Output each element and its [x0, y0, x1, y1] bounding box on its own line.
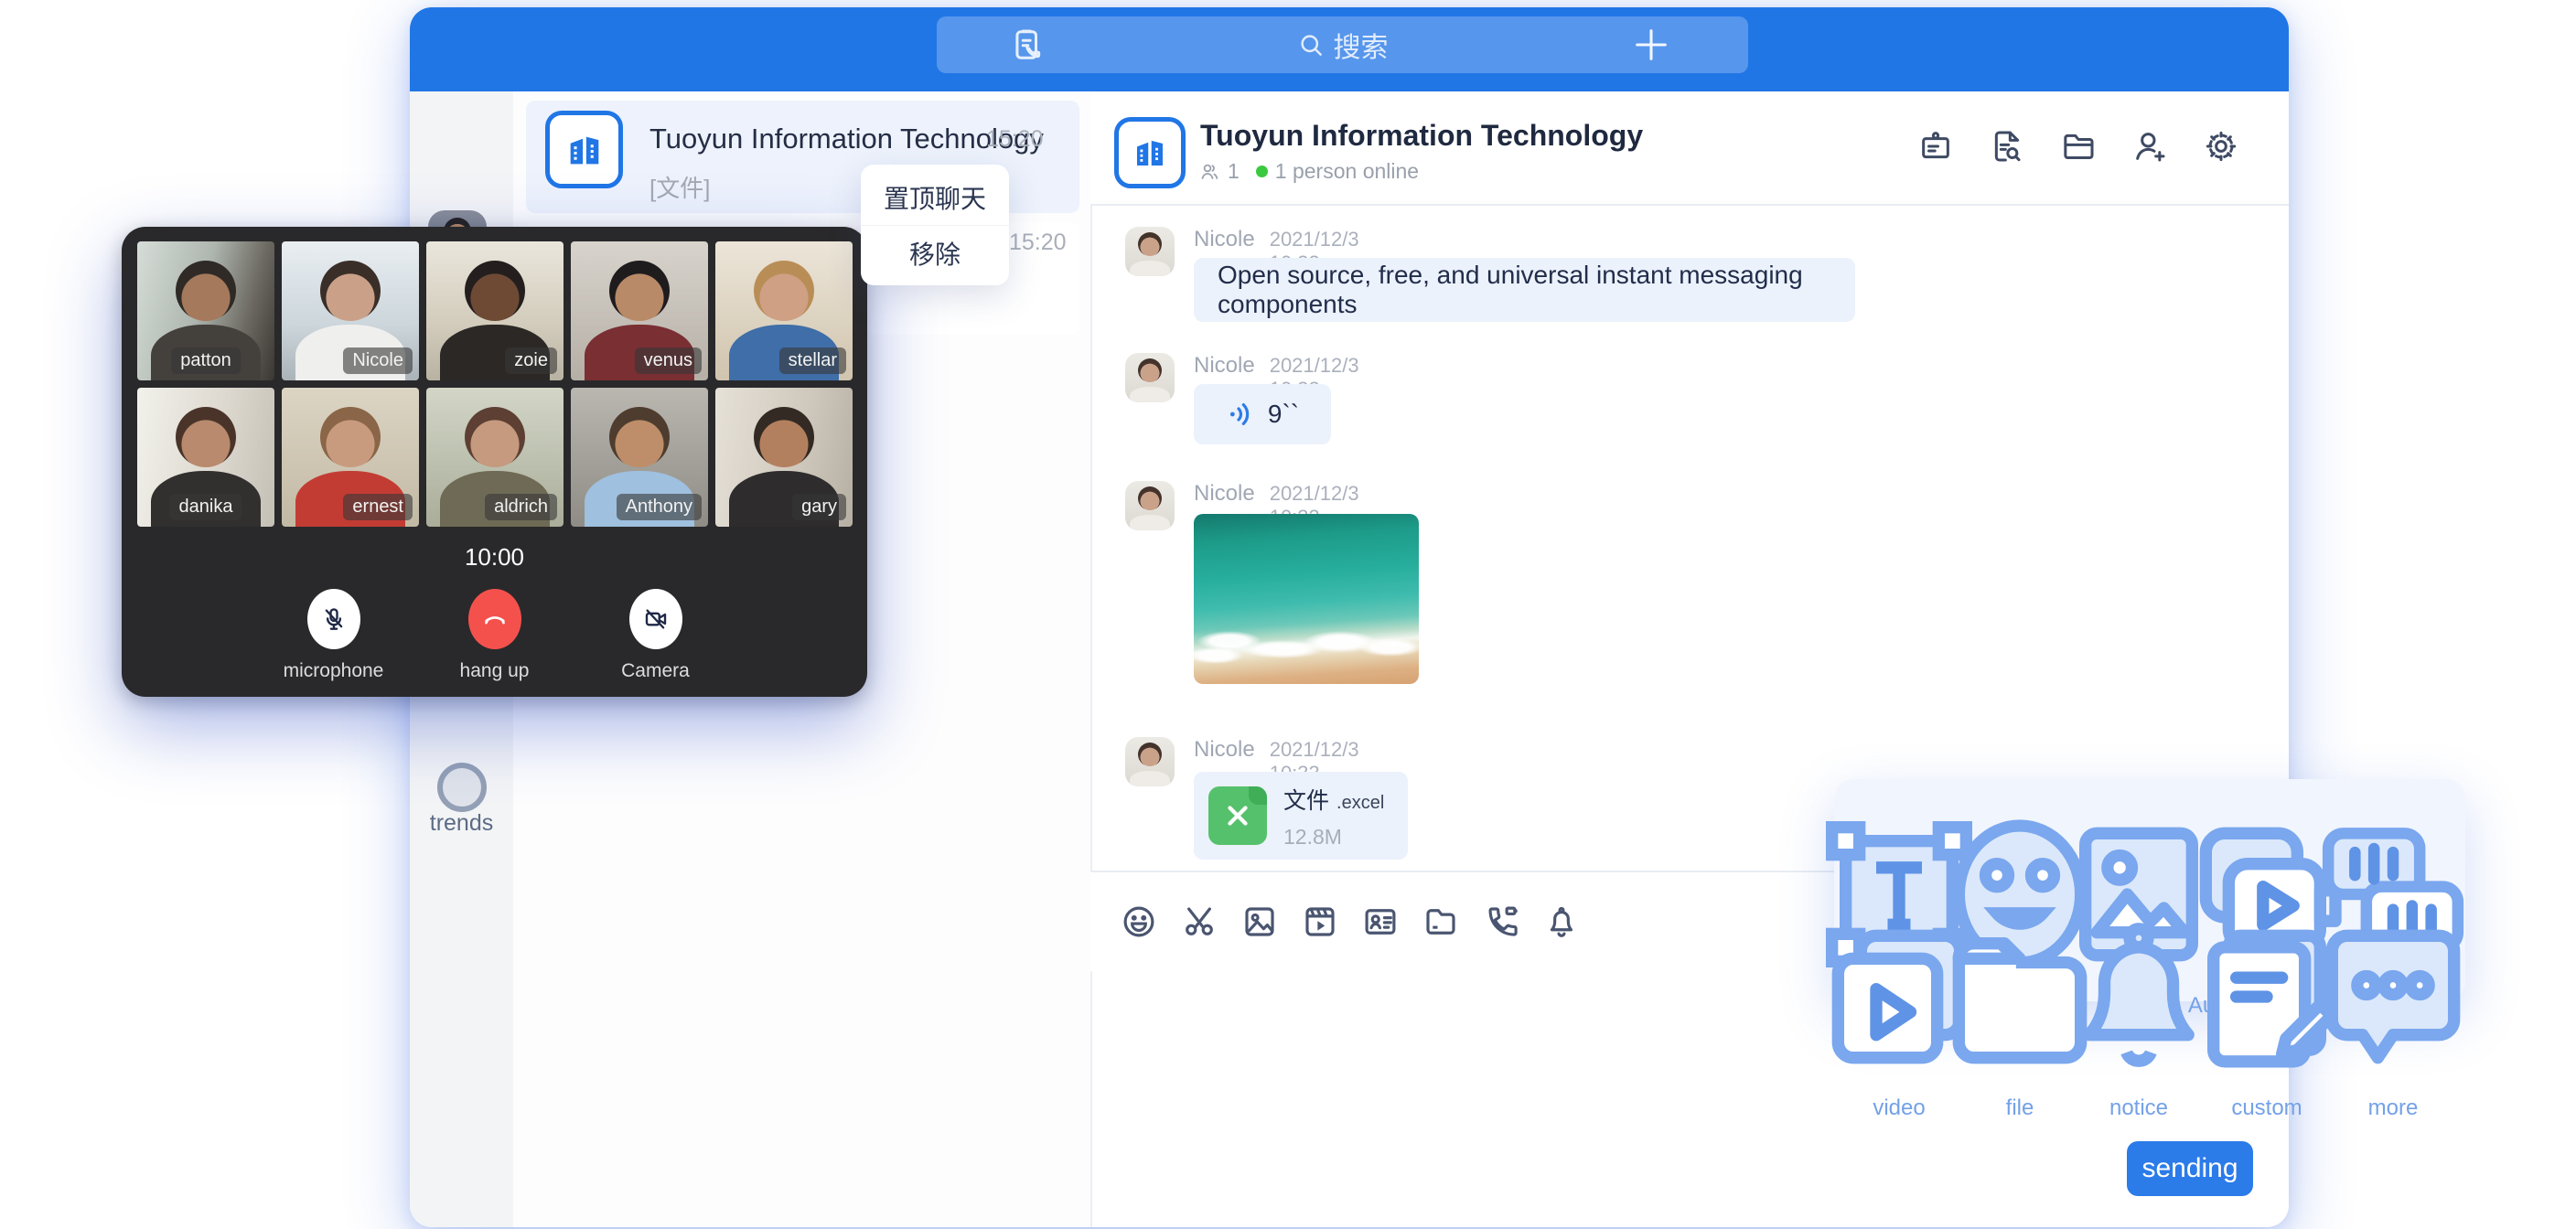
conversation-title: Tuoyun Information Technology	[649, 123, 1044, 155]
conversation-time: 15:20	[986, 126, 1044, 153]
sender-avatar[interactable]	[1125, 227, 1175, 276]
menu-item-pin-chat[interactable]: 置顶聊天	[861, 170, 1009, 225]
participant-tile: stellar	[715, 241, 853, 380]
participant-name: ernest	[343, 494, 413, 520]
participant-name: zoie	[505, 347, 557, 374]
image-icon[interactable]	[1240, 903, 1279, 941]
chat-title: Tuoyun Information Technology	[1200, 119, 1643, 153]
video-icon[interactable]	[1301, 903, 1339, 941]
settings-icon[interactable]	[2203, 128, 2239, 165]
hang-up-button[interactable]: hang up	[442, 589, 548, 682]
mic-off-icon	[307, 589, 360, 649]
sender-name: Nicole	[1194, 481, 1255, 507]
chat-subtitle: 1 1 person online	[1198, 159, 1419, 184]
sender-avatar[interactable]	[1125, 353, 1175, 402]
participant-tile: Nicole	[282, 241, 419, 380]
sender-name: Nicole	[1194, 227, 1255, 252]
search-icon	[1297, 31, 1325, 59]
camera-off-icon	[629, 589, 682, 649]
file-name: 文件	[1283, 783, 1329, 816]
control-label: hang up	[460, 660, 530, 682]
hang-up-icon	[468, 589, 521, 649]
chat-header: Tuoyun Information Technology 1 1 person…	[1090, 91, 2289, 206]
members-icon	[1198, 161, 1220, 183]
folder-icon[interactable]	[2060, 128, 2097, 165]
conversation-context-menu: 置顶聊天 移除	[861, 165, 1009, 285]
voice-wave-icon	[1226, 400, 1255, 429]
call-icon[interactable]	[1482, 903, 1520, 941]
more-icon	[2302, 905, 2485, 1088]
emoji-icon[interactable]	[1120, 903, 1158, 941]
participant-grid: patton Nicole zoie venus stellar danika …	[137, 241, 853, 527]
chat-avatar	[1114, 117, 1186, 188]
participant-tile: patton	[137, 241, 274, 380]
menu-item-remove[interactable]: 移除	[861, 225, 1009, 281]
online-dot	[1256, 166, 1268, 177]
file-size: 12.8M	[1283, 825, 1384, 850]
search-bar[interactable]: 搜索	[937, 16, 1748, 73]
announcement-icon[interactable]	[1917, 128, 1954, 165]
sender-avatar[interactable]	[1125, 737, 1175, 786]
call-controls: microphone hang up Camera	[122, 589, 867, 682]
participant-tile: Anthony	[571, 388, 708, 527]
image-message-beach[interactable]	[1194, 514, 1419, 684]
participant-name: stellar	[779, 347, 846, 374]
conversation-preview: [文件]	[649, 170, 710, 204]
search-document-icon[interactable]	[1989, 128, 2025, 165]
participant-tile: aldrich	[426, 388, 564, 527]
participant-name: venus	[635, 347, 702, 374]
screenshot-icon[interactable]	[1180, 903, 1218, 941]
panel-item-label: more	[2302, 1095, 2485, 1121]
add-icon[interactable]	[1630, 24, 1672, 66]
text-message-bubble[interactable]: Open source, free, and universal instant…	[1194, 258, 1855, 322]
control-label: microphone	[284, 660, 384, 682]
voice-message-bubble[interactable]: 9``	[1194, 384, 1331, 444]
participant-name: Nicole	[343, 347, 413, 374]
voice-duration: 9``	[1268, 400, 1299, 429]
participant-name: danika	[170, 494, 242, 520]
control-label: Camera	[621, 660, 690, 682]
group-avatar-icon	[545, 111, 623, 188]
folder-icon[interactable]	[1422, 903, 1460, 941]
search-field[interactable]: 搜索	[937, 25, 1748, 65]
message-text: Open source, free, and universal instant…	[1194, 261, 1855, 319]
participant-name: aldrich	[485, 494, 557, 520]
search-placeholder: 搜索	[1334, 25, 1389, 65]
sender-name: Nicole	[1194, 737, 1255, 763]
participant-name: gary	[792, 494, 846, 520]
message-type-panel: text expression picture Audio and video	[1834, 779, 2465, 1001]
conversation-time: 15:20	[1009, 230, 1067, 256]
participant-tile: ernest	[282, 388, 419, 527]
file-ext: .excel	[1336, 793, 1384, 814]
microphone-button[interactable]: microphone	[281, 589, 387, 682]
add-member-icon[interactable]	[2131, 128, 2168, 165]
participant-name: Anthony	[617, 494, 702, 520]
file-message-bubble[interactable]: 文件 .excel 12.8M	[1194, 772, 1408, 860]
sender-avatar[interactable]	[1125, 481, 1175, 530]
send-button[interactable]: sending	[2127, 1141, 2253, 1196]
participant-tile: zoie	[426, 241, 564, 380]
trends-icon[interactable]	[437, 763, 487, 812]
building-icon	[564, 129, 606, 171]
excel-file-icon	[1208, 786, 1267, 845]
trends-label[interactable]: trends	[410, 810, 513, 837]
participant-tile: venus	[571, 241, 708, 380]
member-count: 1	[1228, 159, 1240, 184]
building-icon	[1131, 134, 1169, 172]
participant-name: patton	[171, 347, 241, 374]
panel-item-more[interactable]: more	[2302, 905, 2485, 1121]
notification-icon[interactable]	[1542, 903, 1581, 941]
online-status: 1 person online	[1275, 159, 1419, 184]
sender-name: Nicole	[1194, 353, 1255, 379]
contact-card-icon[interactable]	[1361, 903, 1400, 941]
participant-tile: danika	[137, 388, 274, 527]
chat-header-actions	[1917, 128, 2239, 165]
participant-tile: gary	[715, 388, 853, 527]
camera-button[interactable]: Camera	[603, 589, 709, 682]
top-bar: 搜索	[410, 7, 2289, 91]
video-call-overlay: patton Nicole zoie venus stellar danika …	[122, 227, 867, 697]
call-timer: 10:00	[122, 543, 867, 572]
